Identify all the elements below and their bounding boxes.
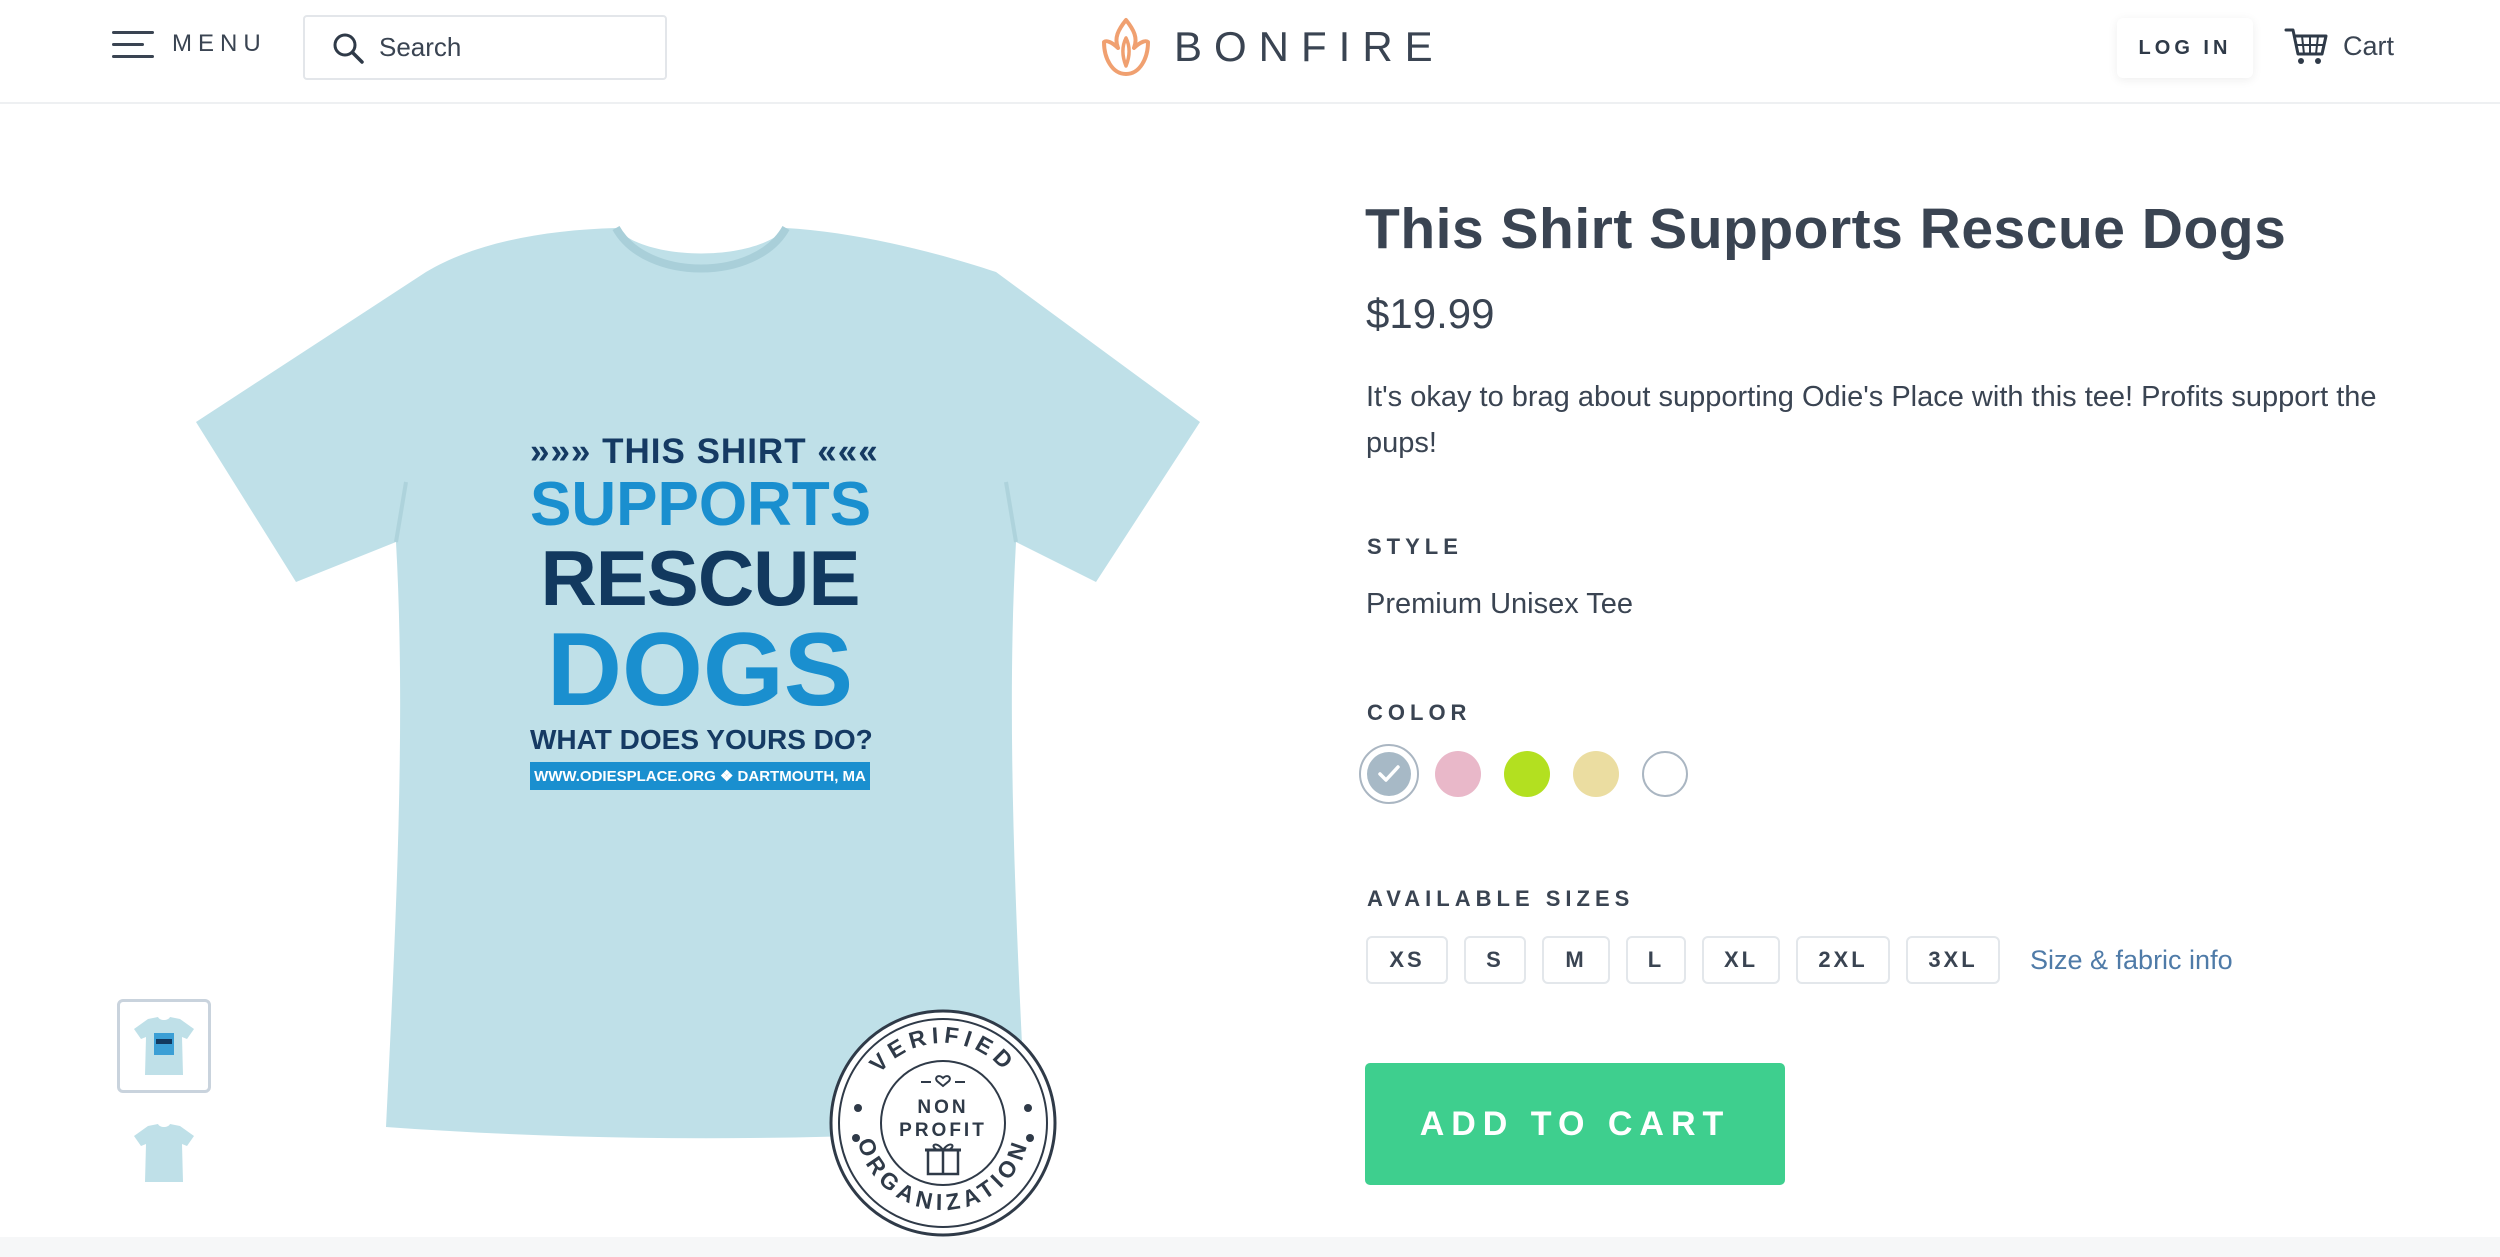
product-title: This Shirt Supports Rescue Dogs <box>1365 197 2287 261</box>
color-swatch-cream[interactable] <box>1573 751 1619 797</box>
graphic-line-6: WWW.ODIESPLACE.ORG ❖ DARTMOUTH, MA <box>530 762 870 790</box>
size-button-xl[interactable]: XL <box>1702 936 1780 984</box>
graphic-line-2: SUPPORTS <box>530 470 872 539</box>
color-swatch-pink[interactable] <box>1435 751 1481 797</box>
menu-label: MENU <box>172 30 267 57</box>
verified-nonprofit-badge: VERIFIED ORGANIZATION NON PROFIT <box>828 1008 1058 1238</box>
search-input[interactable] <box>379 32 639 63</box>
size-button-m[interactable]: M <box>1542 936 1610 984</box>
size-fabric-info-link[interactable]: Size & fabric info <box>2030 945 2233 976</box>
tshirt-back-thumbnail-icon <box>134 1124 194 1182</box>
style-selector[interactable]: Premium Unisex Tee <box>1366 588 1633 621</box>
graphic-line-1: »»» THIS SHIRT ««« <box>530 432 879 471</box>
shirt-graphic: »»» THIS SHIRT ««« SUPPORTS RESCUE DOGS … <box>530 432 879 790</box>
size-button-s[interactable]: S <box>1464 936 1526 984</box>
add-to-cart-button[interactable]: ADD TO CART <box>1365 1063 1785 1185</box>
search-icon <box>333 33 364 64</box>
style-label: STYLE <box>1367 534 1463 559</box>
page-divider <box>0 1237 2500 1257</box>
badge-center-bottom: PROFIT <box>899 1120 987 1141</box>
color-label: COLOR <box>1367 700 1472 725</box>
graphic-line-5: WHAT DOES YOURS DO? <box>530 724 873 755</box>
product-image: »»» THIS SHIRT ««« SUPPORTS RESCUE DOGS … <box>196 222 1200 1142</box>
search-box[interactable] <box>303 15 667 80</box>
size-button-xs[interactable]: XS <box>1366 936 1448 984</box>
size-button-l[interactable]: L <box>1626 936 1686 984</box>
color-swatches <box>1359 744 1711 804</box>
login-button[interactable]: LOG IN <box>2117 18 2253 78</box>
logo-text: BONFIRE <box>1174 23 1445 70</box>
checkmark-icon <box>1378 765 1400 782</box>
color-swatch-lime[interactable] <box>1504 751 1550 797</box>
bonfire-logo[interactable]: BONFIRE <box>1100 16 1445 78</box>
cart-label: Cart <box>2343 30 2395 61</box>
tshirt-front-thumbnail-icon <box>134 1017 194 1075</box>
cart-button[interactable]: Cart <box>2284 24 2394 68</box>
size-options: XS S M L XL 2XL 3XL Size & fabric info <box>1366 936 2233 984</box>
size-button-3xl[interactable]: 3XL <box>1906 936 2000 984</box>
graphic-line-4: DOGS <box>546 612 854 728</box>
color-swatch-white[interactable] <box>1642 751 1688 797</box>
top-header: MENU BONFIRE LOG IN Cart <box>0 0 2500 104</box>
flame-logo-icon <box>1102 18 1150 76</box>
menu-button[interactable]: MENU <box>112 28 267 60</box>
size-button-2xl[interactable]: 2XL <box>1796 936 1890 984</box>
cart-icon <box>2284 28 2328 64</box>
product-description: It's okay to brag about supporting Odie'… <box>1366 381 2377 459</box>
graphic-line-3: RESCUE <box>540 534 860 622</box>
hamburger-icon <box>112 28 154 60</box>
available-sizes-label: AVAILABLE SIZES <box>1367 886 1635 911</box>
thumbnail-back[interactable] <box>117 1106 211 1200</box>
thumbnail-front[interactable] <box>117 999 211 1093</box>
product-price: $19.99 <box>1366 290 1495 337</box>
color-swatch-light-blue[interactable] <box>1359 744 1419 804</box>
badge-seal-icon: VERIFIED ORGANIZATION NON PROFIT <box>829 1009 1057 1237</box>
badge-center-top: NON <box>917 1097 968 1118</box>
